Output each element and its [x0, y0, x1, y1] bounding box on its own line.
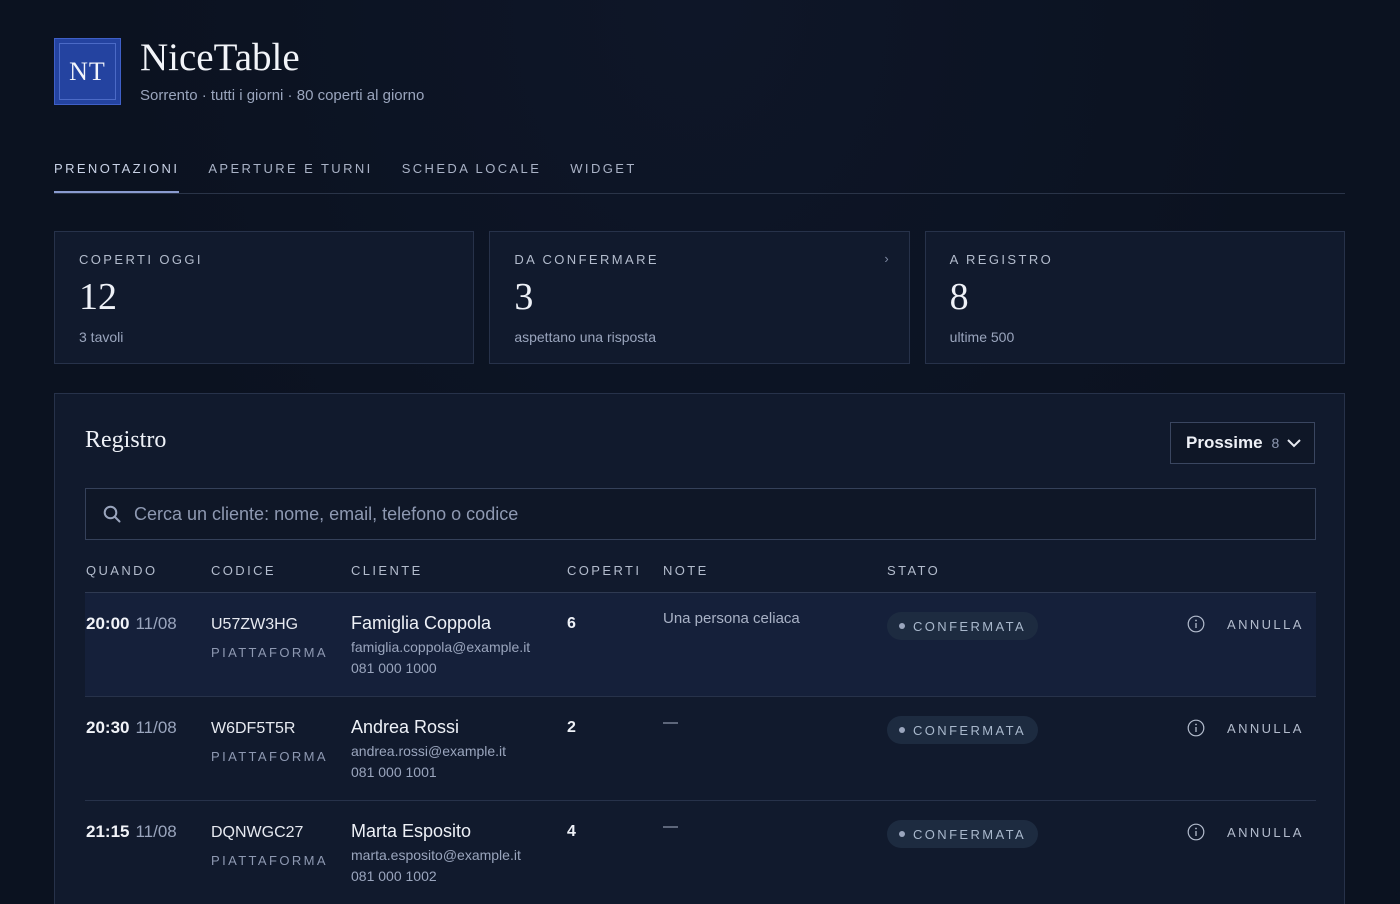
status-dot-icon: [899, 623, 905, 629]
reservation-code: DQNWGC27: [211, 824, 304, 841]
reservations-table: QUANDO CODICE CLIENTE COPERTI NOTE STATO…: [85, 554, 1316, 904]
status-dot-icon: [899, 831, 905, 837]
column-header-quando: QUANDO: [86, 563, 158, 578]
client-name: Famiglia Coppola: [351, 613, 492, 633]
client-cell: Marta Esposito marta.esposito@example.it…: [351, 821, 521, 884]
status-text: CONFERMATA: [913, 826, 1027, 842]
status-badge: CONFERMATA: [887, 820, 1039, 848]
reservation-time: 20:30: [86, 718, 130, 737]
table-row[interactable]: 20:30 11/08 W6DF5T5R PIATTAFORMA Andrea R…: [85, 697, 1316, 801]
chevron-right-icon: ›: [884, 251, 889, 266]
tab-prenotazioni[interactable]: PRENOTAZIONI: [54, 158, 180, 193]
status-text: CONFERMATA: [913, 618, 1027, 634]
stat-label: COPERTI OGGI: [79, 252, 203, 267]
client-phone: 081 000 1000: [351, 660, 437, 676]
filter-dropdown[interactable]: Prossime 8: [1170, 422, 1315, 464]
column-header-stato: STATO: [887, 563, 941, 578]
status-text: CONFERMATA: [913, 722, 1027, 738]
tab-scheda-locale[interactable]: SCHEDA LOCALE: [402, 158, 542, 193]
client-email: andrea.rossi@example.it: [351, 743, 507, 759]
info-icon[interactable]: [1187, 615, 1205, 633]
column-header-cliente: CLIENTE: [351, 563, 423, 578]
stat-card-a-registro: A REGISTRO 8 ultime 500: [924, 231, 1345, 364]
reservation-date: 11/08: [135, 822, 177, 841]
reservation-covers: 6: [567, 615, 576, 632]
reservation-when: 20:00 11/08: [86, 614, 177, 634]
reservation-code: U57ZW3HG: [211, 616, 299, 633]
status-badge: CONFERMATA: [887, 716, 1039, 744]
stat-card-da-confermare[interactable]: DA CONFERMARE › 3 aspettano una risposta: [489, 231, 910, 364]
client-cell: Andrea Rossi andrea.rossi@example.it 081…: [351, 717, 506, 780]
reservation-note: Una persona celiaca: [663, 610, 800, 627]
app-subtitle: Sorrento · tutti i giorni · 80 coperti a…: [140, 87, 425, 104]
reservation-source: PIATTAFORMA: [211, 749, 328, 764]
reservation-time: 20:00: [86, 614, 130, 633]
tab-aperture-e-turni[interactable]: APERTURE E TURNI: [208, 158, 372, 193]
client-phone: 081 000 1001: [351, 764, 437, 780]
reservation-code: W6DF5T5R: [211, 720, 296, 737]
reservation-code-cell: U57ZW3HG PIATTAFORMA: [211, 616, 328, 660]
client-email: famiglia.coppola@example.it: [351, 639, 531, 655]
brand-logo: NT: [54, 38, 121, 105]
stat-label: A REGISTRO: [949, 252, 1054, 267]
stat-value: 8: [949, 276, 969, 318]
reservation-time: 21:15: [86, 822, 130, 841]
stat-card-coperti-oggi: COPERTI OGGI 12 3 tavoli: [54, 231, 475, 364]
stat-sub: ultime 500: [949, 329, 1015, 345]
reservation-covers: 4: [567, 823, 576, 840]
status-dot-icon: [899, 727, 905, 733]
reservation-source: PIATTAFORMA: [211, 853, 328, 868]
logo-text: NT: [69, 56, 106, 86]
table-header: QUANDO CODICE CLIENTE COPERTI NOTE STATO: [85, 554, 1316, 593]
column-header-codice: CODICE: [211, 563, 276, 578]
info-icon[interactable]: [1187, 719, 1205, 737]
table-row[interactable]: 20:00 11/08 U57ZW3HG PIATTAFORMA Famiglia…: [85, 593, 1316, 697]
status-badge: CONFERMATA: [887, 612, 1039, 640]
reservation-when: 20:30 11/08: [86, 718, 177, 738]
cancel-button[interactable]: ANNULLA: [1227, 617, 1304, 632]
cancel-button[interactable]: ANNULLA: [1227, 825, 1304, 840]
reservation-date: 11/08: [135, 614, 177, 633]
reservation-code-cell: W6DF5T5R PIATTAFORMA: [211, 720, 328, 764]
registry-panel: Registro Prossime 8 QUANDO CODICE CLIENT…: [54, 393, 1345, 904]
app-title: NiceTable: [140, 36, 300, 79]
filter-label: Prossime: [1186, 433, 1263, 452]
registry-title: Registro: [85, 427, 167, 453]
client-name: Marta Esposito: [351, 821, 472, 841]
client-name: Andrea Rossi: [351, 717, 460, 737]
filter-count: 8: [1271, 435, 1280, 451]
reservation-date: 11/08: [135, 718, 177, 737]
reservation-code-cell: DQNWGC27 PIATTAFORMA: [211, 824, 328, 868]
reservation-source: PIATTAFORMA: [211, 645, 328, 660]
client-phone: 081 000 1002: [351, 868, 437, 884]
client-email: marta.esposito@example.it: [351, 847, 521, 863]
column-header-note: NOTE: [663, 563, 709, 578]
search-input[interactable]: [134, 503, 1284, 525]
stat-value: 12: [79, 276, 117, 318]
reservation-covers: 2: [567, 719, 576, 736]
cancel-button[interactable]: ANNULLA: [1227, 721, 1304, 736]
client-cell: Famiglia Coppola famiglia.coppola@exampl…: [351, 613, 530, 676]
stat-value: 3: [514, 276, 534, 318]
chevron-down-icon: [1287, 438, 1302, 447]
stat-label: DA CONFERMARE: [514, 252, 659, 267]
brand-block: NiceTable Sorrento · tutti i giorni · 80…: [140, 36, 425, 105]
info-icon[interactable]: [1187, 823, 1205, 841]
tab-widget[interactable]: WIDGET: [570, 158, 636, 193]
search-icon: [103, 505, 121, 523]
table-row[interactable]: 21:15 11/08 DQNWGC27 PIATTAFORMA Marta Es…: [85, 801, 1316, 904]
app-root: NT NiceTable Sorrento · tutti i giorni ·…: [0, 0, 1400, 904]
reservation-when: 21:15 11/08: [86, 822, 177, 842]
stat-sub: aspettano una risposta: [514, 329, 656, 345]
header: NT NiceTable Sorrento · tutti i giorni ·…: [54, 38, 424, 105]
reservation-note: —: [663, 818, 678, 835]
search-box: [85, 488, 1316, 540]
column-header-coperti: COPERTI: [567, 563, 642, 578]
stat-sub: 3 tavoli: [79, 329, 124, 345]
reservation-note: —: [663, 714, 678, 731]
tab-bar: PRENOTAZIONI APERTURE E TURNI SCHEDA LOC…: [54, 158, 1345, 194]
stat-cards: COPERTI OGGI 12 3 tavoli DA CONFERMARE ›…: [54, 231, 1345, 364]
